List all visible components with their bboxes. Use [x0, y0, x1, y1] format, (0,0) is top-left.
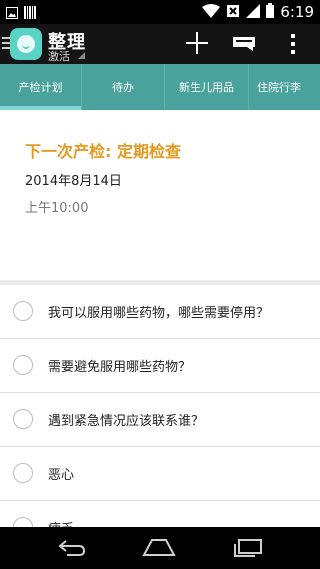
status-right-icons: 6:19	[202, 2, 314, 22]
checkbox-circle[interactable]	[13, 301, 33, 321]
checkbox-circle[interactable]	[13, 463, 33, 483]
barcode-icon	[24, 4, 36, 23]
recent-apps-icon[interactable]	[233, 539, 263, 561]
list-item[interactable]: 恶心	[0, 447, 320, 501]
spinner-caret-icon	[78, 52, 85, 59]
list-item-text: 遇到紧急情况应该联系谁？	[48, 414, 205, 429]
system-nav-bar	[0, 527, 320, 569]
appointment-time: 上午10:00	[25, 201, 89, 216]
drawer-icon[interactable]	[2, 37, 10, 51]
question-list: 我可以服用哪些药物，哪些需要停用？ 需要避免服用哪些药物？ 遇到紧急情况应该联系…	[0, 285, 320, 555]
action-bar: 整理 激活	[0, 24, 320, 64]
checkbox-circle[interactable]	[13, 355, 33, 375]
image-icon	[6, 4, 18, 23]
status-time: 6:19	[280, 3, 314, 21]
status-bar: 6:19	[0, 0, 320, 24]
wifi-icon	[202, 3, 221, 22]
list-item[interactable]: 需要避免服用哪些药物？	[0, 339, 320, 393]
tab-todo[interactable]: 待办	[82, 64, 165, 110]
appointment-date: 2014年8月14日	[25, 174, 122, 189]
tab-checkup-plan[interactable]: 产检计划	[0, 64, 82, 110]
battery-icon	[266, 2, 275, 22]
message-icon[interactable]	[233, 36, 255, 51]
list-item-text: 恶心	[48, 468, 75, 483]
app-subtitle[interactable]: 激活	[48, 48, 70, 64]
tab-newborn-supplies[interactable]: 新生儿用品	[165, 64, 249, 110]
list-item[interactable]: 遇到紧急情况应该联系谁？	[0, 393, 320, 447]
list-item-text: 需要避免服用哪些药物？	[48, 360, 192, 375]
home-icon[interactable]	[142, 537, 176, 561]
list-item-text: 我可以服用哪些药物，哪些需要停用？	[48, 306, 270, 321]
no-sim-icon	[226, 3, 240, 22]
app-logo-icon[interactable]	[10, 28, 42, 60]
more-icon[interactable]	[291, 34, 295, 54]
appointment-title: 下一次产检: 定期检查	[25, 142, 181, 161]
tab-bar: 产检计划 待办 新生儿用品 住院行李	[0, 64, 320, 110]
tab-hospital-bag[interactable]: 住院行李	[249, 64, 320, 110]
appointment-card[interactable]: 下一次产检: 定期检查 2014年8月14日 上午10:00	[0, 110, 320, 280]
back-icon[interactable]	[57, 539, 87, 561]
list-item[interactable]: 我可以服用哪些药物，哪些需要停用？	[0, 285, 320, 339]
signal-icon	[246, 3, 261, 22]
add-icon[interactable]	[186, 32, 208, 54]
checkbox-circle[interactable]	[13, 409, 33, 429]
status-left-icons	[6, 4, 36, 23]
